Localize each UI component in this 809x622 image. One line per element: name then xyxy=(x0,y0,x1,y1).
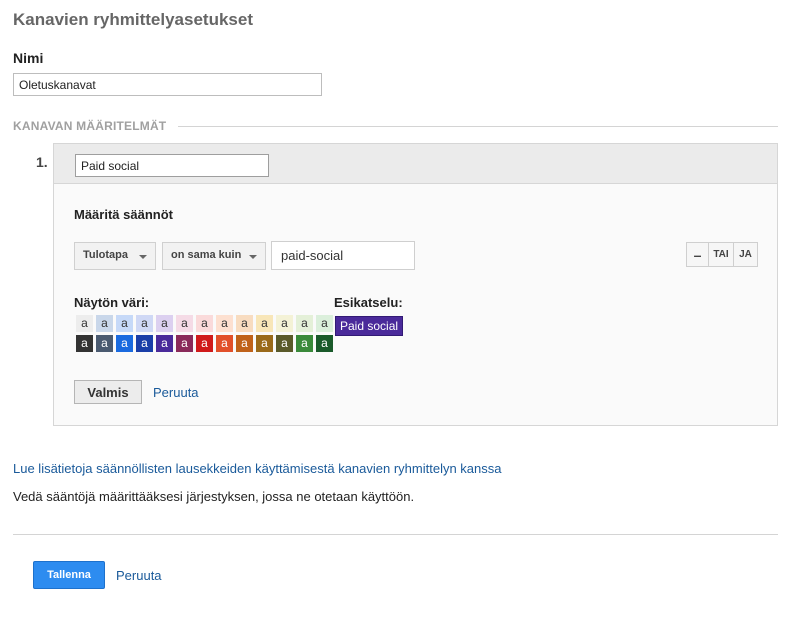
section-divider xyxy=(178,126,778,127)
channel-name-field[interactable] xyxy=(75,154,269,177)
cancel-link[interactable]: Peruuta xyxy=(116,568,162,583)
preview-label: Esikatselu: xyxy=(334,295,403,310)
done-button[interactable]: Valmis xyxy=(74,380,142,404)
color-swatch-light-7[interactable]: a xyxy=(196,315,213,332)
color-swatch-light-2[interactable]: a xyxy=(96,315,113,332)
preview-chip: Paid social xyxy=(335,316,404,336)
color-swatch-dark-5[interactable]: a xyxy=(156,335,173,352)
color-swatch-light-3[interactable]: a xyxy=(116,315,133,332)
card-cancel-link[interactable]: Peruuta xyxy=(153,385,199,400)
color-palette: aaaaaaaaaaaaa aaaaaaaaaaaaa xyxy=(76,315,333,355)
chevron-down-icon xyxy=(249,255,257,259)
operator-dropdown-label: on sama kuin xyxy=(171,249,242,261)
color-swatch-dark-9[interactable]: a xyxy=(236,335,253,352)
chevron-down-icon xyxy=(139,255,147,259)
section-label: KANAVAN MÄÄRITELMÄT xyxy=(13,119,167,133)
color-swatch-light-5[interactable]: a xyxy=(156,315,173,332)
regex-help-link[interactable]: Lue lisätietoja säännöllisten lausekkeid… xyxy=(13,461,502,476)
rule-button-group: – TAI JA xyxy=(686,242,758,267)
remove-rule-button[interactable]: – xyxy=(686,242,709,267)
page-title: Kanavien ryhmittelyasetukset xyxy=(13,10,253,29)
color-swatch-dark-8[interactable]: a xyxy=(216,335,233,352)
footer-divider xyxy=(13,534,778,535)
display-color-label: Näytön väri: xyxy=(74,295,150,310)
color-swatch-light-8[interactable]: a xyxy=(216,315,233,332)
operator-dropdown[interactable]: on sama kuin xyxy=(162,242,266,270)
and-button[interactable]: JA xyxy=(733,242,758,267)
color-swatch-light-13[interactable]: a xyxy=(316,315,333,332)
color-swatch-dark-11[interactable]: a xyxy=(276,335,293,352)
color-swatch-dark-6[interactable]: a xyxy=(176,335,193,352)
name-label: Nimi xyxy=(13,50,44,66)
color-swatch-light-1[interactable]: a xyxy=(76,315,93,332)
color-swatch-light-10[interactable]: a xyxy=(256,315,273,332)
dimension-dropdown[interactable]: Tulotapa xyxy=(74,242,156,270)
color-swatch-dark-3[interactable]: a xyxy=(116,335,133,352)
rule-value-field[interactable] xyxy=(271,241,415,270)
color-swatch-light-6[interactable]: a xyxy=(176,315,193,332)
dimension-dropdown-label: Tulotapa xyxy=(83,249,129,261)
or-button[interactable]: TAI xyxy=(708,242,734,267)
drag-help-text: Vedä sääntöjä määrittääksesi järjestykse… xyxy=(13,489,415,504)
color-swatch-dark-7[interactable]: a xyxy=(196,335,213,352)
channel-card-header xyxy=(54,144,777,184)
color-swatch-light-4[interactable]: a xyxy=(136,315,153,332)
channel-number: 1. xyxy=(36,154,48,170)
color-swatch-dark-13[interactable]: a xyxy=(316,335,333,352)
color-swatch-light-9[interactable]: a xyxy=(236,315,253,332)
channel-definition-card: Määritä säännöt Tulotapa on sama kuin – … xyxy=(53,143,778,426)
color-swatch-light-11[interactable]: a xyxy=(276,315,293,332)
color-swatch-dark-12[interactable]: a xyxy=(296,335,313,352)
palette-row-light: aaaaaaaaaaaaa xyxy=(76,315,333,332)
color-swatch-dark-2[interactable]: a xyxy=(96,335,113,352)
rules-title: Määritä säännöt xyxy=(74,207,173,222)
color-swatch-dark-10[interactable]: a xyxy=(256,335,273,352)
save-button[interactable]: Tallenna xyxy=(33,561,105,589)
color-swatch-dark-1[interactable]: a xyxy=(76,335,93,352)
color-swatch-light-12[interactable]: a xyxy=(296,315,313,332)
color-swatch-dark-4[interactable]: a xyxy=(136,335,153,352)
name-field[interactable] xyxy=(13,73,322,96)
palette-row-dark: aaaaaaaaaaaaa xyxy=(76,335,333,352)
